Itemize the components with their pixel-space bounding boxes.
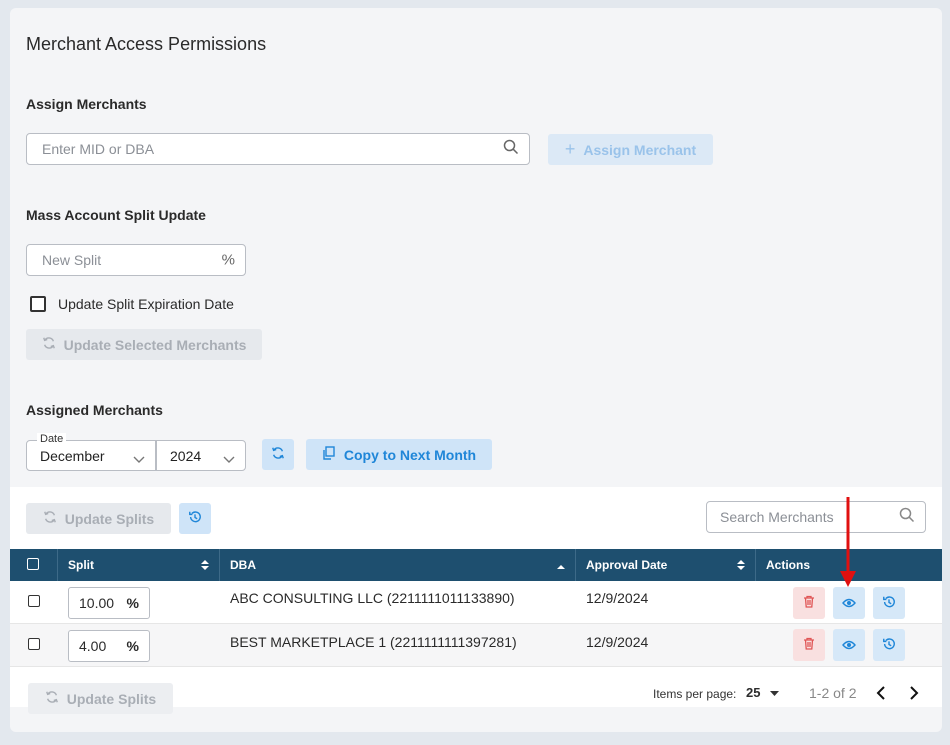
search-merchants-input[interactable]: Search Merchants bbox=[706, 501, 926, 533]
mid-dba-search-input[interactable]: Enter MID or DBA bbox=[26, 133, 530, 165]
select-all-checkbox[interactable] bbox=[27, 558, 39, 570]
plus-icon: + bbox=[564, 139, 576, 159]
search-icon bbox=[899, 507, 915, 527]
page-title: Merchant Access Permissions bbox=[26, 34, 267, 54]
column-split[interactable]: Split bbox=[58, 549, 220, 581]
merchants-table-area: Update Splits Search Merchants Split DBA bbox=[10, 487, 942, 714]
table-row: 4.00 % BEST MARKETPLACE 1 (2211111111397… bbox=[10, 624, 942, 667]
month-value: December bbox=[40, 447, 105, 464]
copy-to-next-month-button[interactable]: Copy to Next Month bbox=[306, 439, 492, 470]
split-value: 4.00 bbox=[79, 638, 107, 654]
dba-cell: ABC CONSULTING LLC (2211111011133890) bbox=[230, 590, 515, 606]
table-row: 10.00 % ABC CONSULTING LLC (221111101113… bbox=[10, 581, 942, 624]
date-label: Date bbox=[37, 433, 67, 445]
assign-merchant-label: Assign Merchant bbox=[583, 141, 697, 158]
delete-button[interactable] bbox=[793, 629, 825, 661]
mass-split-title: Mass Account Split Update bbox=[26, 207, 206, 223]
row-checkbox[interactable] bbox=[28, 595, 40, 607]
search-merchants-placeholder: Search Merchants bbox=[720, 509, 834, 525]
copy-to-next-month-label: Copy to Next Month bbox=[343, 446, 477, 463]
view-button[interactable] bbox=[833, 629, 865, 661]
copy-icon bbox=[322, 446, 336, 463]
year-value: 2024 bbox=[170, 447, 202, 464]
view-button[interactable] bbox=[833, 587, 865, 619]
history-icon bbox=[882, 637, 896, 654]
history-icon bbox=[882, 595, 896, 612]
column-approval-date[interactable]: Approval Date bbox=[576, 549, 756, 581]
assign-merchant-button[interactable]: + Assign Merchant bbox=[548, 134, 713, 165]
new-split-placeholder: New Split bbox=[42, 252, 102, 268]
items-per-page-select[interactable]: 25 bbox=[746, 685, 780, 700]
chevron-left-icon bbox=[876, 686, 886, 704]
update-splits-button-bottom[interactable]: Update Splits bbox=[28, 683, 173, 714]
refresh-icon bbox=[271, 446, 285, 463]
column-actions-label: Actions bbox=[766, 558, 811, 572]
split-input[interactable]: 4.00 % bbox=[68, 630, 150, 662]
select-all-cell bbox=[10, 549, 58, 581]
table-header: Split DBA Approval Date Actions bbox=[10, 549, 942, 581]
dba-cell: BEST MARKETPLACE 1 (2211111111397281) bbox=[230, 634, 517, 650]
next-page-button[interactable] bbox=[909, 686, 919, 705]
approval-date-cell: 12/9/2024 bbox=[586, 634, 649, 650]
year-select[interactable]: 2024 bbox=[156, 440, 246, 471]
approval-date-cell: 12/9/2024 bbox=[586, 590, 649, 606]
annotation-arrow-icon bbox=[840, 497, 856, 587]
mid-dba-placeholder: Enter MID or DBA bbox=[42, 141, 155, 157]
split-input[interactable]: 10.00 % bbox=[68, 587, 150, 619]
expiration-date-label: Update Split Expiration Date bbox=[58, 296, 234, 312]
search-icon bbox=[503, 139, 519, 159]
delete-button[interactable] bbox=[793, 587, 825, 619]
eye-icon bbox=[842, 637, 856, 653]
pagination-range: 1-2 of 2 bbox=[809, 685, 857, 701]
refresh-icon bbox=[43, 510, 57, 527]
items-per-page-value: 25 bbox=[746, 685, 761, 700]
items-per-page-label: Items per page: bbox=[653, 687, 737, 701]
chevron-down-icon bbox=[133, 451, 145, 467]
previous-page-button[interactable] bbox=[876, 686, 886, 705]
sort-icon bbox=[201, 559, 209, 574]
column-approval-date-label: Approval Date bbox=[586, 558, 668, 572]
history-icon bbox=[188, 510, 202, 527]
update-selected-label: Update Selected Merchants bbox=[63, 336, 247, 353]
column-split-label: Split bbox=[68, 558, 94, 572]
update-splits-button-top[interactable]: Update Splits bbox=[26, 503, 171, 534]
assigned-merchants-title: Assigned Merchants bbox=[26, 402, 163, 418]
row-checkbox[interactable] bbox=[28, 638, 40, 650]
new-split-input[interactable]: New Split % bbox=[26, 244, 246, 276]
refresh-icon bbox=[45, 690, 59, 707]
percent-icon: % bbox=[126, 595, 139, 611]
expiration-date-checkbox[interactable] bbox=[30, 296, 46, 312]
chevron-right-icon bbox=[909, 686, 919, 704]
sort-icon bbox=[737, 559, 745, 574]
merchant-access-card: Merchant Access Permissions Assign Merch… bbox=[10, 8, 942, 732]
refresh-icon bbox=[42, 336, 56, 353]
update-splits-label: Update Splits bbox=[64, 510, 155, 527]
column-dba-label: DBA bbox=[230, 558, 256, 572]
eye-icon bbox=[842, 595, 856, 611]
refresh-button[interactable] bbox=[262, 439, 294, 470]
caret-down-icon bbox=[770, 685, 780, 700]
history-button[interactable] bbox=[873, 629, 905, 661]
history-button[interactable] bbox=[179, 503, 211, 534]
column-dba[interactable]: DBA bbox=[220, 549, 576, 581]
update-selected-merchants-button[interactable]: Update Selected Merchants bbox=[26, 329, 262, 360]
chevron-down-icon bbox=[223, 451, 235, 467]
update-splits-bottom-label: Update Splits bbox=[66, 690, 157, 707]
percent-icon: % bbox=[221, 251, 235, 269]
sort-ascending-icon bbox=[557, 559, 565, 573]
trash-icon bbox=[803, 637, 815, 653]
split-value: 10.00 bbox=[79, 595, 115, 611]
assign-merchants-title: Assign Merchants bbox=[26, 96, 147, 112]
percent-icon: % bbox=[126, 638, 139, 654]
trash-icon bbox=[803, 595, 815, 611]
history-button[interactable] bbox=[873, 587, 905, 619]
